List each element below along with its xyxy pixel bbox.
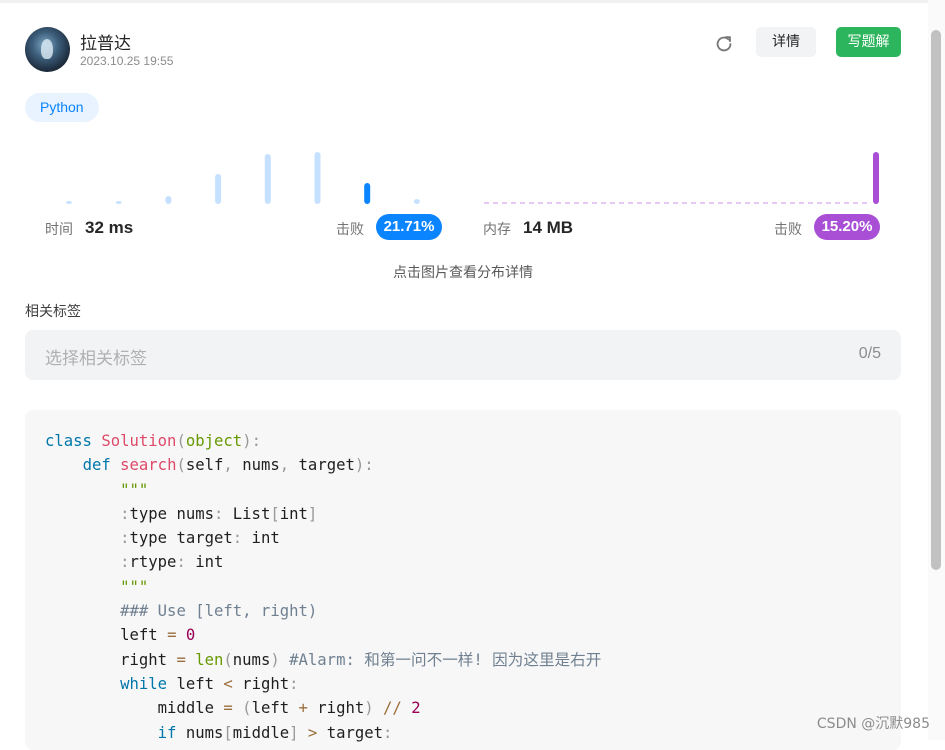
related-tags-title: 相关标签	[25, 304, 81, 320]
runtime-beats-badge: 21.71%	[376, 214, 442, 240]
runtime-beats-label: 击败	[336, 222, 364, 238]
submission-timestamp: 2023.10.25 19:55	[80, 54, 174, 68]
memory-label: 内存	[483, 222, 511, 238]
runtime-bar	[364, 183, 371, 204]
runtime-bar	[264, 154, 271, 204]
performance-distribution-chart[interactable]	[0, 140, 926, 210]
source-code: class Solution(object): def search(self,…	[45, 432, 602, 742]
code-block[interactable]: class Solution(object): def search(self,…	[25, 410, 901, 750]
runtime-bar	[215, 174, 222, 204]
tag-input-placeholder: 选择相关标签	[45, 349, 147, 369]
refresh-icon[interactable]	[713, 33, 735, 55]
runtime-distribution-bars	[66, 152, 420, 204]
memory-beats-badge: 15.20%	[814, 214, 880, 240]
language-tag: Python	[25, 93, 99, 122]
runtime-bar	[314, 152, 321, 204]
runtime-bar	[115, 201, 122, 204]
runtime-bar	[413, 199, 420, 204]
tag-count: 0/5	[858, 345, 881, 362]
memory-bar	[873, 152, 879, 204]
memory-distribution-bars	[484, 152, 879, 204]
watermark: CSDN @沉默985	[816, 716, 930, 732]
author-name[interactable]: 拉普达	[80, 29, 131, 54]
submission-header: 拉普达 2023.10.25 19:55 详情 写题解	[25, 27, 901, 73]
write-solution-button[interactable]: 写题解	[836, 27, 901, 57]
top-divider	[0, 0, 945, 3]
related-tags-input[interactable]: 选择相关标签 0/5	[25, 330, 901, 380]
distribution-hint-link[interactable]: 点击图片查看分布详情	[0, 262, 926, 282]
avatar[interactable]	[25, 27, 70, 72]
runtime-value: 32 ms	[85, 218, 134, 237]
detail-button[interactable]: 详情	[756, 27, 816, 57]
memory-beats-label: 击败	[774, 222, 802, 238]
runtime-label: 时间	[45, 222, 73, 238]
memory-value: 14 MB	[523, 218, 574, 237]
runtime-bar	[66, 201, 72, 204]
scrollbar-thumb[interactable]	[931, 30, 941, 570]
runtime-bar	[165, 196, 172, 204]
